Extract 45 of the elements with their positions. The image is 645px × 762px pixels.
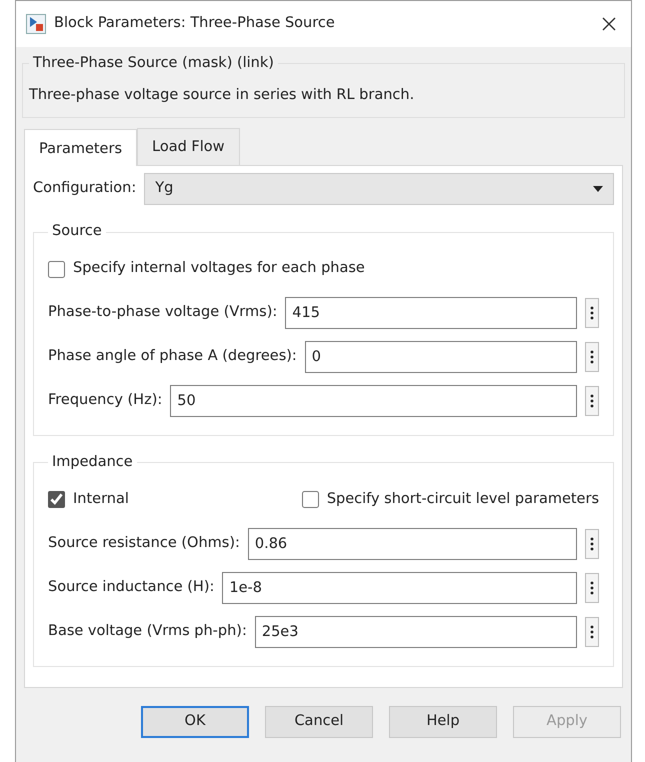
dropdown[interactable]: Yg	[144, 173, 614, 206]
more-options-button[interactable]	[585, 616, 599, 647]
input-field[interactable]: 50	[170, 385, 577, 417]
caret-icon	[593, 186, 603, 192]
window-title: Block Parameters: Three-Phase Source	[54, 14, 336, 34]
field-label: Phase angle of phase A (degrees):	[48, 347, 297, 366]
vertical-dots-icon	[590, 624, 594, 639]
group-title: Source	[51, 222, 103, 242]
input-field[interactable]: 1e-8	[222, 572, 577, 604]
checkbox[interactable]	[48, 260, 65, 278]
field-label: Source resistance (Ohms):	[48, 534, 240, 553]
checkbox-label: Specify short-circuit level parameters	[326, 490, 599, 509]
vertical-dots-icon	[590, 394, 594, 408]
vertical-dots-icon	[590, 306, 594, 320]
checkbox-label: Internal	[73, 490, 129, 509]
more-options-button[interactable]	[585, 572, 599, 603]
vertical-dots-icon	[590, 536, 594, 551]
tab[interactable]: Parameters	[24, 128, 137, 166]
description-text: Three-phase voltage source in series with RL branch.	[29, 86, 416, 105]
input-field[interactable]: 415	[285, 297, 577, 329]
group-title: Impedance	[51, 453, 134, 472]
input-field[interactable]: 0.86	[248, 528, 577, 560]
block-app-icon	[26, 14, 46, 34]
more-options-button[interactable]	[585, 342, 599, 372]
input-field[interactable]: 0	[304, 341, 577, 373]
checkbox[interactable]	[302, 491, 319, 508]
dialog-button[interactable]: Help	[389, 706, 497, 738]
dialog-button[interactable]: Cancel	[265, 706, 373, 738]
more-options-button[interactable]	[585, 298, 599, 328]
group-title: Three-Phase Source (mask) (link)	[32, 54, 275, 73]
field-label: Base voltage (Vrms ph-ph):	[48, 622, 247, 641]
field-label: Phase-to-phase voltage (Vrms):	[48, 303, 278, 322]
vertical-dots-icon	[590, 580, 594, 595]
input-field[interactable]: 25e3	[254, 616, 577, 648]
field-label: Source inductance (H):	[48, 578, 214, 597]
field-label: Configuration:	[33, 179, 136, 198]
vertical-dots-icon	[590, 350, 594, 364]
close-icon	[601, 16, 617, 32]
dialog-button[interactable]: OK	[141, 706, 249, 738]
field-label: Frequency (Hz):	[48, 391, 162, 410]
more-options-button[interactable]	[585, 528, 599, 559]
more-options-button[interactable]	[585, 386, 599, 416]
tab[interactable]: Load Flow	[137, 128, 240, 166]
checkbox[interactable]	[48, 491, 65, 508]
checkbox-label: Specify internal voltages for each phase	[73, 259, 365, 278]
